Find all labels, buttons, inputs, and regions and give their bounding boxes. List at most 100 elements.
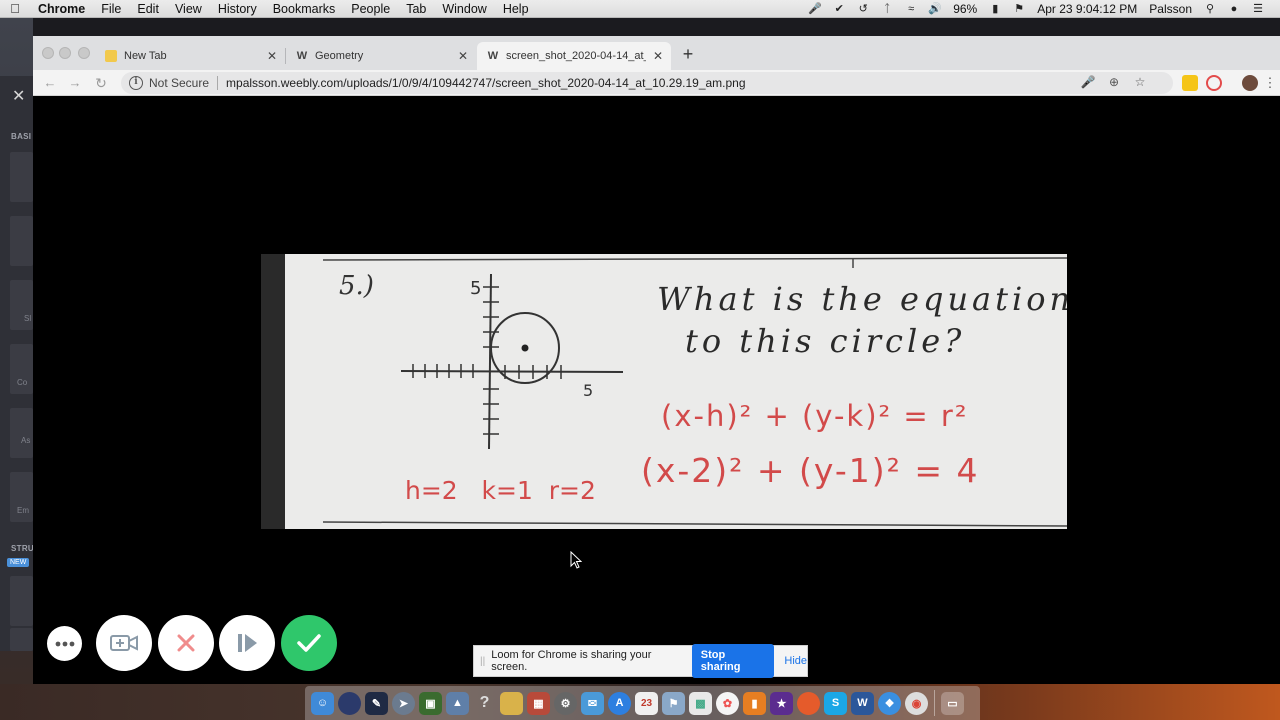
menu-view[interactable]: View <box>167 0 210 18</box>
question-line-1: What is the equation <box>657 280 1067 318</box>
element-tile[interactable] <box>10 408 33 458</box>
back-arrow-icon[interactable]: ← <box>41 74 59 92</box>
battery-icon[interactable]: ▮ <box>983 0 1007 18</box>
drag-handle-icon[interactable]: || <box>480 656 485 667</box>
shield-check-icon[interactable]: ✔ <box>827 0 851 18</box>
notification-center-icon[interactable]: ☰ <box>1246 0 1270 18</box>
extension-honey-icon[interactable] <box>1182 75 1198 91</box>
word-icon[interactable]: W <box>851 691 874 715</box>
worksheet-image: 5.) 5 5 What is the equation to this cir… <box>261 254 1067 529</box>
siri-app-icon[interactable] <box>338 691 361 715</box>
calendar-icon[interactable]: 23 <box>635 691 658 715</box>
forward-arrow-icon[interactable]: → <box>66 74 84 92</box>
dock-separator <box>934 690 935 716</box>
tab-close-icon[interactable]: ✕ <box>267 49 277 63</box>
photo-collage-icon[interactable]: ▦ <box>527 691 550 715</box>
window-zoom-button[interactable] <box>78 47 90 59</box>
menu-help[interactable]: Help <box>495 0 537 18</box>
preview-icon[interactable]: ▲ <box>446 691 469 715</box>
hide-notice-link[interactable]: Hide <box>784 655 807 667</box>
siri-icon[interactable]: ● <box>1222 0 1246 18</box>
app-store-icon[interactable]: A <box>608 691 631 715</box>
element-tile[interactable] <box>10 576 33 626</box>
y-axis-label: 5 <box>470 278 481 299</box>
books-icon[interactable]: ▮ <box>743 691 766 715</box>
menu-file[interactable]: File <box>93 0 129 18</box>
element-tile[interactable] <box>10 628 33 651</box>
wifi-icon[interactable]: ≈ <box>899 0 923 18</box>
volume-icon[interactable]: 🔊 <box>923 0 947 18</box>
element-tile[interactable] <box>10 152 33 202</box>
chrome-menu-icon[interactable]: ⋮ <box>1261 74 1279 92</box>
bluetooth-icon[interactable]: ᛏ <box>875 0 899 18</box>
tile-label: Em <box>17 506 29 515</box>
reload-icon[interactable]: ↻ <box>92 74 110 92</box>
skype-icon[interactable]: S <box>824 691 847 715</box>
menu-app-chrome[interactable]: Chrome <box>30 0 93 18</box>
loom-camera-toggle-button[interactable] <box>96 615 152 671</box>
menu-people[interactable]: People <box>343 0 398 18</box>
firefox-icon[interactable] <box>797 691 820 715</box>
worksheet-drawing: 5.) 5 5 What is the equation to this cir… <box>322 257 1067 527</box>
new-tab-plus-icon[interactable]: + <box>678 44 698 64</box>
apple-menu-icon[interactable]:  <box>0 1 30 16</box>
security-status[interactable]: Not Secure <box>149 76 209 90</box>
system-preferences-icon[interactable]: ⚙ <box>554 691 577 715</box>
loom-pause-resume-button[interactable] <box>219 615 275 671</box>
menu-history[interactable]: History <box>210 0 265 18</box>
mail-app-icon[interactable]: ✉ <box>581 691 604 715</box>
center-radius-values: h=2 k=1 r=2 <box>405 476 596 505</box>
image-dark-edge <box>261 254 285 529</box>
menu-tab[interactable]: Tab <box>398 0 434 18</box>
menu-edit[interactable]: Edit <box>129 0 167 18</box>
microphone-icon[interactable]: 🎤 <box>803 0 827 18</box>
loom-finish-recording-button[interactable] <box>281 615 337 671</box>
tile-label: Sl <box>24 314 32 323</box>
photo-booth-icon[interactable]: ▣ <box>419 691 442 715</box>
close-icon[interactable]: ✕ <box>12 86 25 106</box>
problem-number: 5.) <box>339 271 374 301</box>
loom-cancel-recording-button[interactable] <box>158 615 214 671</box>
new-tab-favicon <box>105 50 117 62</box>
imovie-star-icon[interactable]: ★ <box>770 691 793 715</box>
window-minimize-button[interactable] <box>59 47 71 59</box>
messages-icon[interactable]: ▩ <box>689 691 712 715</box>
finder-icon[interactable]: ☺ <box>311 691 334 715</box>
tab-close-icon[interactable]: ✕ <box>458 49 468 63</box>
tab-geometry[interactable]: W Geometry ✕ <box>286 42 476 70</box>
profile-avatar[interactable] <box>1242 75 1258 91</box>
tab-new-tab[interactable]: New Tab ✕ <box>95 42 285 70</box>
zoom-icon[interactable]: ⊕ <box>1101 75 1127 89</box>
menu-bookmarks[interactable]: Bookmarks <box>265 0 344 18</box>
help-icon[interactable]: ? <box>473 692 496 715</box>
tab-close-icon[interactable]: ✕ <box>653 49 663 63</box>
window-close-button[interactable] <box>42 47 54 59</box>
extension-loom-icon[interactable] <box>1206 75 1222 91</box>
trash-icon[interactable]: ▭ <box>941 691 964 715</box>
chrome-dock-icon[interactable]: ◉ <box>905 691 928 715</box>
time-machine-icon[interactable]: ↺ <box>851 0 875 18</box>
url-text[interactable]: mpalsson.weebly.com/uploads/1/0/9/4/1094… <box>226 76 746 90</box>
element-tile[interactable] <box>10 216 33 266</box>
address-bar[interactable]: i Not Secure mpalsson.weebly.com/uploads… <box>121 72 1173 94</box>
photos-icon[interactable]: ✿ <box>716 691 739 715</box>
safari-icon[interactable]: ❖ <box>878 691 901 715</box>
teacher-app-icon[interactable]: ✎ <box>365 691 388 715</box>
battery-percent[interactable]: 96% <box>947 0 983 18</box>
input-source-flag-icon[interactable]: ⚑ <box>1007 0 1031 18</box>
section-label: STRU <box>11 544 34 553</box>
microphone-icon[interactable]: 🎤 <box>1075 75 1101 89</box>
tab-screenshot-active[interactable]: W screen_shot_2020-04-14_at_1( ✕ <box>477 42 671 70</box>
info-icon[interactable]: i <box>129 76 143 90</box>
loom-more-options-button[interactable] <box>47 626 82 661</box>
bookmark-star-icon[interactable]: ☆ <box>1127 75 1153 89</box>
sharing-message: Loom for Chrome is sharing your screen. <box>491 649 652 673</box>
user-name[interactable]: Palsson <box>1143 0 1198 18</box>
maps-icon[interactable]: ⚑ <box>662 691 685 715</box>
menu-window[interactable]: Window <box>434 0 494 18</box>
launchpad-icon[interactable]: ➤ <box>392 691 415 715</box>
clock[interactable]: Apr 23 9:04:12 PM <box>1031 0 1143 18</box>
notes-folder-icon[interactable] <box>500 691 523 715</box>
stop-sharing-button[interactable]: Stop sharing <box>691 644 775 678</box>
spotlight-search-icon[interactable]: ⚲ <box>1198 0 1222 18</box>
